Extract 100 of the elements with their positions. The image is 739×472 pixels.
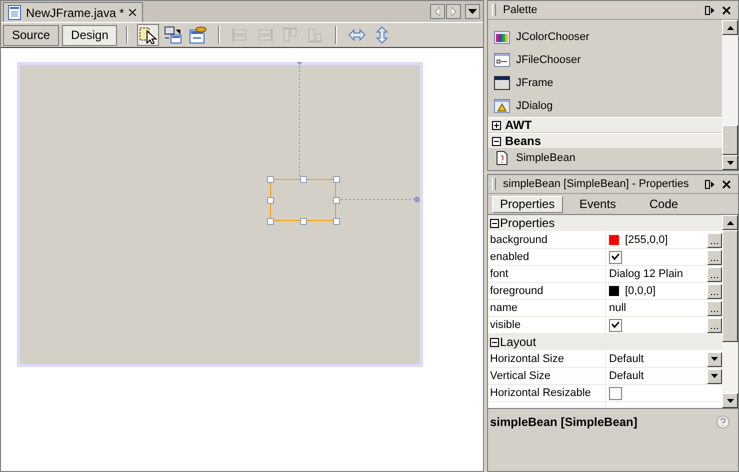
dropdown-arrow-icon xyxy=(711,357,718,361)
up-arrow-icon xyxy=(726,26,734,30)
scroll-right-button[interactable] xyxy=(446,4,461,19)
dropdown-button[interactable] xyxy=(707,352,722,366)
properties-tab[interactable]: Events xyxy=(566,196,629,212)
align-top-icon xyxy=(281,26,300,44)
scroll-left-button[interactable] xyxy=(430,4,445,19)
tab-label: NewJFrame.java * xyxy=(26,6,124,20)
property-name: visible xyxy=(488,317,606,333)
ellipsis-button[interactable] xyxy=(707,250,722,264)
preview-window-icon xyxy=(189,26,208,44)
palette-item[interactable]: JFileChooser xyxy=(488,48,722,71)
category-label: AWT xyxy=(505,118,532,132)
dropdown-arrow-icon xyxy=(711,374,718,378)
property-name: Horizontal Size xyxy=(488,351,606,367)
down-arrow-icon xyxy=(726,160,734,164)
resize-handle[interactable] xyxy=(267,176,274,183)
minimize-panel-icon[interactable] xyxy=(705,6,715,14)
dropdown-arrow-icon xyxy=(468,9,477,14)
resize-handle[interactable] xyxy=(267,197,274,204)
property-name: name xyxy=(488,300,606,316)
property-name: enabled xyxy=(488,249,606,265)
palette-item[interactable]: JColorChooser xyxy=(488,25,722,48)
close-icon[interactable] xyxy=(722,180,731,188)
right-arrow-icon xyxy=(451,7,456,16)
view-button[interactable]: Source xyxy=(3,24,60,46)
property-value: [0,0,0] xyxy=(625,285,656,297)
palette-item[interactable]: JDialog xyxy=(488,94,722,117)
palette-item[interactable]: SimpleBean xyxy=(488,149,722,166)
property-name: font xyxy=(488,266,606,282)
expand-icon xyxy=(492,120,501,130)
tab-list-button[interactable] xyxy=(465,4,480,19)
property-value: Default xyxy=(609,353,645,365)
checkbox[interactable] xyxy=(609,318,622,332)
resize-handle[interactable] xyxy=(300,218,307,225)
checkbox[interactable] xyxy=(609,250,622,264)
dialog-icon xyxy=(494,98,510,114)
align-left-icon xyxy=(231,26,250,44)
panel-title: simpleBean [SimpleBean] - Properties xyxy=(503,178,690,190)
section-header[interactable]: Layout xyxy=(488,334,722,351)
select-tool-button[interactable] xyxy=(137,24,160,46)
ellipsis-button[interactable] xyxy=(707,232,722,248)
resize-handle[interactable] xyxy=(300,176,307,183)
view-button[interactable]: Design xyxy=(62,24,118,46)
item-label: JDialog xyxy=(516,100,553,112)
panel-title: Palette xyxy=(503,4,538,16)
document-icon xyxy=(8,5,21,20)
scrollbar[interactable] xyxy=(722,215,738,408)
resize-handle[interactable] xyxy=(333,176,340,183)
selection-arrow-icon xyxy=(139,26,158,44)
connection-icon xyxy=(164,26,182,44)
palette-category[interactable]: Beans xyxy=(488,133,722,149)
resize-handle[interactable] xyxy=(333,218,340,225)
collapse-icon xyxy=(490,338,499,346)
section-title: Properties xyxy=(500,216,555,230)
ellipsis-button[interactable] xyxy=(707,300,722,316)
palette-item[interactable]: JFrame xyxy=(488,71,722,94)
down-arrow-icon xyxy=(726,398,734,402)
property-value: Default xyxy=(609,370,645,382)
resize-handle[interactable] xyxy=(267,218,274,225)
resize-handle[interactable] xyxy=(333,197,340,204)
palette-category[interactable]: AWT xyxy=(488,117,722,133)
property-name: foreground xyxy=(488,283,606,299)
property-value: Dialog 12 Plain xyxy=(609,268,683,280)
align-bottom-icon xyxy=(306,26,324,44)
dropdown-button[interactable] xyxy=(707,368,722,384)
item-label: JColorChooser xyxy=(516,30,590,42)
property-name: Horizontal Resizable xyxy=(488,385,606,401)
scrollbar[interactable] xyxy=(722,20,738,170)
preview-tool-button[interactable] xyxy=(187,24,210,46)
horizontal-arrows-icon xyxy=(348,26,366,44)
item-label: JFrame xyxy=(516,76,554,88)
description-title: simpleBean [SimpleBean] xyxy=(490,415,638,429)
close-icon[interactable] xyxy=(129,9,136,16)
ellipsis-button[interactable] xyxy=(707,318,722,332)
property-value: null xyxy=(609,302,626,314)
section-title: Layout xyxy=(500,335,536,349)
left-arrow-icon xyxy=(435,7,440,16)
up-arrow-icon xyxy=(726,220,734,224)
property-name: Vertical Size xyxy=(488,368,606,384)
properties-tab[interactable]: Properties xyxy=(492,196,563,212)
close-icon[interactable] xyxy=(722,6,731,14)
frame-icon xyxy=(494,74,510,90)
align-right-icon xyxy=(256,26,274,44)
ellipsis-button[interactable] xyxy=(707,266,722,282)
connect-tool-button[interactable] xyxy=(162,24,184,46)
scroll-thumb[interactable] xyxy=(722,230,738,342)
collapse-icon xyxy=(492,136,501,146)
scroll-thumb[interactable] xyxy=(722,125,738,155)
editor-tab[interactable]: NewJFrame.java * xyxy=(3,2,144,22)
color-chooser-icon xyxy=(494,28,510,44)
minimize-panel-icon[interactable] xyxy=(705,180,715,188)
ellipsis-button[interactable] xyxy=(707,284,722,298)
section-header[interactable]: Properties xyxy=(488,215,722,232)
checkbox[interactable] xyxy=(609,386,622,400)
item-label: JFileChooser xyxy=(516,54,581,66)
properties-tab[interactable]: Code xyxy=(632,196,695,212)
collapse-icon xyxy=(490,218,499,228)
document-question-icon xyxy=(494,150,510,166)
item-label: SimpleBean xyxy=(516,152,576,164)
